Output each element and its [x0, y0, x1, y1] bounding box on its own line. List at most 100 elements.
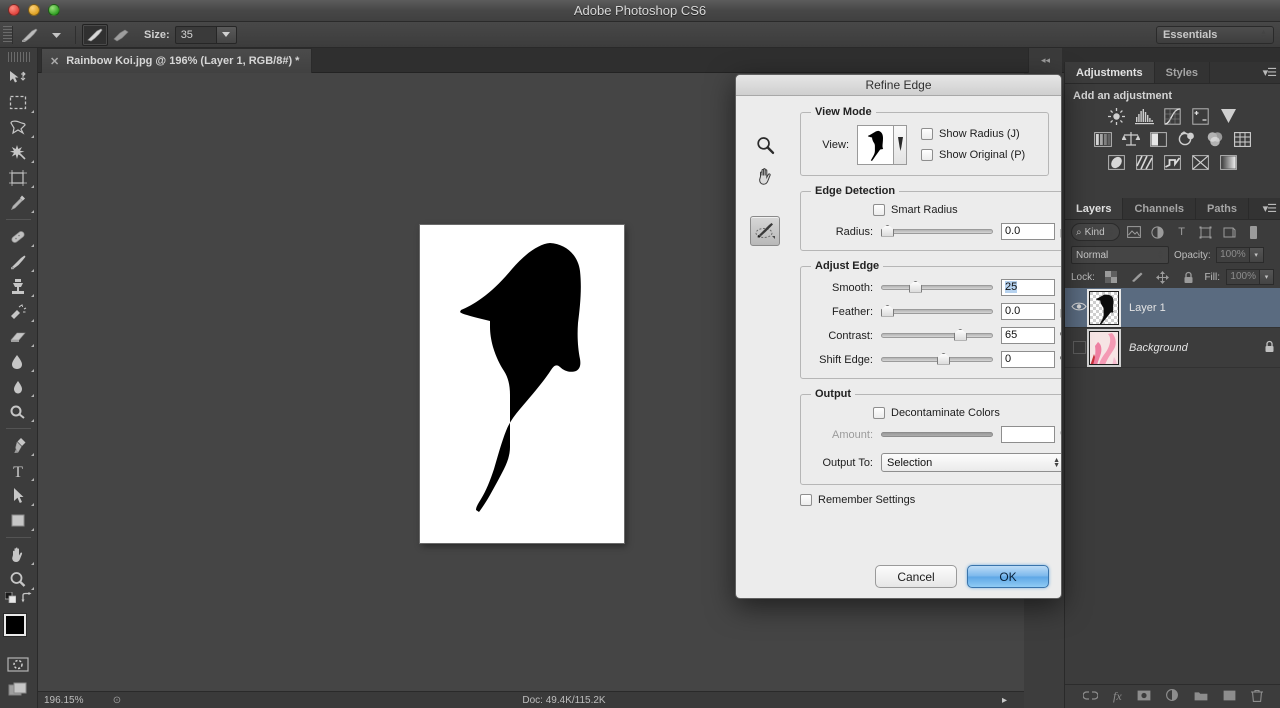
- vibrance-icon[interactable]: [1216, 106, 1242, 126]
- gradient-map-icon[interactable]: [1188, 152, 1214, 172]
- shift-edge-input[interactable]: 0: [1001, 351, 1055, 368]
- output-to-select[interactable]: Selection ▲ ▼: [881, 453, 1061, 472]
- brush-preset-dropdown[interactable]: [43, 24, 69, 46]
- filter-toggle-icon[interactable]: [1244, 223, 1264, 241]
- tool-menu-triangle[interactable]: [31, 528, 34, 531]
- options-bar-grip[interactable]: [3, 25, 13, 44]
- blend-mode-select[interactable]: Normal ▲ ▼: [1071, 246, 1169, 264]
- size-input[interactable]: 35: [174, 25, 217, 44]
- link-layers-icon[interactable]: [1082, 690, 1099, 704]
- play-icon[interactable]: ⊙: [108, 695, 126, 706]
- zoom-tool-icon[interactable]: [750, 130, 780, 160]
- lock-transparent-pixels-icon[interactable]: [1101, 268, 1121, 286]
- clone-stamp-tool-icon[interactable]: [0, 274, 36, 299]
- workspace-switcher[interactable]: Essentials ▲ ▼: [1156, 26, 1274, 44]
- remember-settings-row[interactable]: Remember Settings: [800, 494, 1049, 506]
- tool-menu-triangle[interactable]: [31, 394, 34, 397]
- radius-slider-knob[interactable]: [881, 224, 894, 237]
- shape-filter-icon[interactable]: [1196, 223, 1216, 241]
- koi-silhouette-artboard[interactable]: [420, 225, 624, 543]
- smart-radius-row[interactable]: Smart Radius: [811, 204, 1061, 216]
- lock-position-icon[interactable]: [1153, 268, 1173, 286]
- tool-menu-triangle[interactable]: [31, 562, 34, 565]
- tool-menu-triangle[interactable]: [31, 344, 34, 347]
- feather-input[interactable]: 0.0: [1001, 303, 1055, 320]
- show-radius-checkbox[interactable]: [921, 128, 933, 140]
- decontaminate-colors-checkbox[interactable]: [873, 407, 885, 419]
- refine-edge-dialog[interactable]: Refine Edge View Mode View: Show Radius …: [735, 74, 1062, 599]
- tool-menu-triangle[interactable]: [31, 369, 34, 372]
- show-original-row[interactable]: Show Original (P): [921, 149, 1038, 161]
- show-original-checkbox[interactable]: [921, 149, 933, 161]
- levels-icon[interactable]: [1132, 106, 1158, 126]
- cancel-button[interactable]: Cancel: [875, 565, 957, 588]
- tool-menu-triangle[interactable]: [31, 244, 34, 247]
- tools-panel-grip[interactable]: [7, 52, 30, 62]
- new-fill-adjustment-icon[interactable]: [1166, 689, 1179, 704]
- hue-saturation-icon[interactable]: [1090, 129, 1116, 149]
- color-balance-icon[interactable]: [1118, 129, 1144, 149]
- shift-edge-slider[interactable]: [881, 352, 993, 367]
- color-lookup-icon[interactable]: [1230, 129, 1256, 149]
- channel-mixer-icon[interactable]: [1202, 129, 1228, 149]
- new-group-icon[interactable]: [1194, 690, 1208, 704]
- rectangle-tool-icon[interactable]: [0, 508, 36, 533]
- view-mode-preview-thumbnail[interactable]: [857, 125, 907, 165]
- tab-paths[interactable]: Paths: [1196, 198, 1249, 219]
- fill-value[interactable]: 100%: [1226, 269, 1260, 285]
- ok-button[interactable]: OK: [967, 565, 1049, 588]
- tool-menu-triangle[interactable]: [31, 419, 34, 422]
- smooth-input[interactable]: 25: [1001, 279, 1055, 296]
- radius-slider[interactable]: [881, 224, 993, 239]
- tool-menu-triangle[interactable]: [31, 160, 34, 163]
- selective-color-icon[interactable]: [1216, 152, 1242, 172]
- fill-dropdown-button[interactable]: ▾: [1260, 269, 1274, 285]
- layer-visibility-toggle[interactable]: [1069, 341, 1089, 354]
- smooth-slider-knob[interactable]: [909, 280, 922, 293]
- tab-channels[interactable]: Channels: [1123, 198, 1196, 219]
- close-x-icon[interactable]: ✕: [50, 55, 59, 68]
- delete-layer-icon[interactable]: [1251, 689, 1264, 705]
- tab-layers[interactable]: Layers: [1065, 198, 1124, 219]
- type-tool-icon[interactable]: T: [0, 458, 36, 483]
- invert-icon[interactable]: [1104, 152, 1130, 172]
- tool-menu-triangle[interactable]: [31, 587, 34, 590]
- new-layer-icon[interactable]: [1223, 690, 1236, 704]
- swap-colors-icon[interactable]: [21, 592, 33, 606]
- foreground-color-swatch[interactable]: [4, 614, 26, 636]
- radius-input[interactable]: 0.0: [1001, 223, 1055, 240]
- tool-menu-triangle[interactable]: [31, 319, 34, 322]
- view-mode-dropdown-icon[interactable]: [894, 126, 906, 164]
- shift-edge-slider-knob[interactable]: [937, 352, 950, 365]
- spot-healing-brush-tool-icon[interactable]: [0, 224, 36, 249]
- adjustment-filter-icon[interactable]: [1148, 223, 1168, 241]
- koi-silhouette-thumbnail[interactable]: [1087, 288, 1121, 327]
- exposure-icon[interactable]: [1188, 106, 1214, 126]
- path-selection-tool-icon[interactable]: [0, 483, 36, 508]
- tab-styles[interactable]: Styles: [1155, 62, 1211, 83]
- dodge-tool-icon[interactable]: [0, 399, 36, 424]
- cursor-arrow-icon[interactable]: ▸: [1002, 695, 1024, 706]
- rectangular-marquee-tool-icon[interactable]: [0, 90, 36, 115]
- opacity-value[interactable]: 100%: [1215, 247, 1250, 263]
- screen-mode-icon[interactable]: [0, 677, 36, 702]
- add-layer-mask-icon[interactable]: [1137, 690, 1151, 704]
- tool-menu-triangle[interactable]: [31, 294, 34, 297]
- lock-all-icon[interactable]: [1179, 268, 1199, 286]
- tool-menu-triangle[interactable]: [31, 135, 34, 138]
- table-row[interactable]: Background: [1065, 328, 1280, 368]
- refine-radius-brush-mode-button[interactable]: [82, 23, 108, 46]
- contrast-slider-knob[interactable]: [953, 328, 967, 341]
- history-brush-tool-icon[interactable]: [0, 299, 36, 324]
- remember-settings-checkbox[interactable]: [800, 494, 812, 506]
- lock-image-pixels-icon[interactable]: [1127, 268, 1147, 286]
- erase-refinements-mode-button[interactable]: [108, 24, 134, 46]
- tool-menu-triangle[interactable]: [31, 453, 34, 456]
- photo-filter-icon[interactable]: [1174, 129, 1200, 149]
- smart-object-filter-icon[interactable]: [1220, 223, 1240, 241]
- decontaminate-row[interactable]: Decontaminate Colors: [811, 407, 1061, 419]
- brightness-contrast-icon[interactable]: [1104, 106, 1130, 126]
- collapse-arrows-icon[interactable]: ◂◂: [1028, 48, 1062, 73]
- quick-selection-tool-icon[interactable]: [0, 140, 36, 165]
- brush-tool-icon-left[interactable]: [0, 249, 36, 274]
